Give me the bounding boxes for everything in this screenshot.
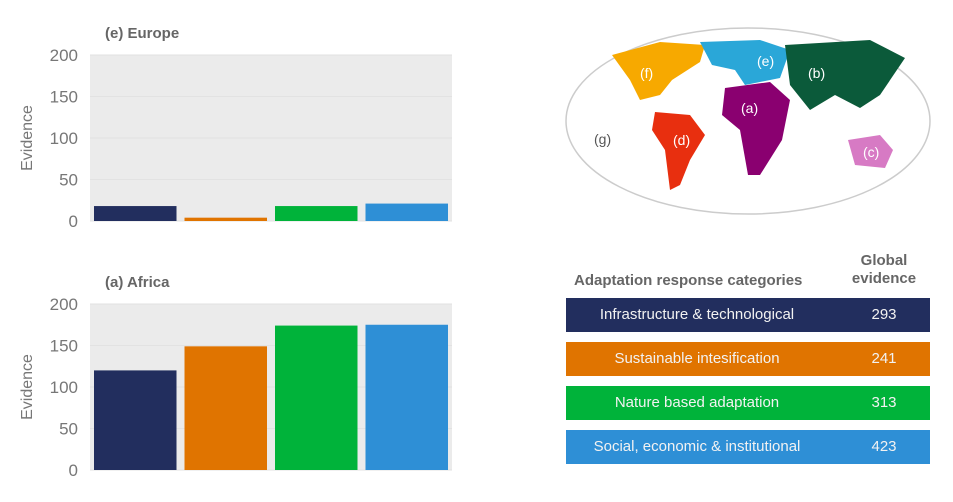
- table-header-categories: Adaptation response categories: [574, 272, 803, 289]
- map-label-d: (d): [673, 132, 690, 148]
- table-row: Nature based adaptation 313: [566, 386, 930, 420]
- categories-table: Adaptation response categories Global ev…: [566, 252, 930, 474]
- map-label-a: (a): [741, 100, 758, 116]
- map-label-f: (f): [640, 65, 653, 81]
- map-label-b: (b): [808, 65, 825, 81]
- map-label-g: (g): [594, 131, 611, 147]
- map-label-e: (e): [757, 53, 774, 69]
- table-row: Sustainable intesification 241: [566, 342, 930, 376]
- table-row: Social, economic & institutional 423: [566, 430, 930, 464]
- table-header-evidence: Global evidence: [851, 252, 917, 287]
- table-row: Infrastructure & technological 293: [566, 298, 930, 332]
- map-label-c: (c): [863, 144, 879, 160]
